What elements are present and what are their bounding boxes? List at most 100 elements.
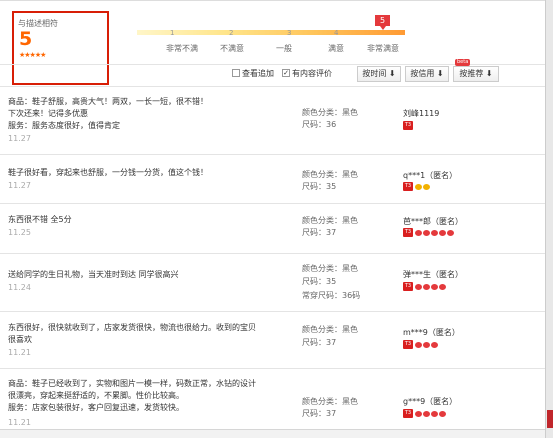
level-heart-icon — [439, 229, 446, 236]
user-level-badge: T3 — [403, 121, 413, 130]
review-line: 商品：鞋子舒服，高贵大气！两双，一长一短，很不错！ — [8, 97, 208, 106]
review-size: 尺码：37 — [302, 228, 337, 237]
review-date: 11.21 — [8, 418, 31, 427]
top-border — [0, 0, 545, 1]
level-heart-icon — [415, 229, 422, 236]
review-line: 服务：服务态度很好，值得肯定 — [8, 121, 120, 130]
beta-badge: beta — [455, 59, 471, 66]
review-color: 颜色分类：黑色 — [302, 108, 358, 117]
level-heart-icon — [415, 341, 422, 348]
sort-by-recommend-button[interactable]: 按推荐 ⬇ — [453, 66, 499, 82]
review-text: 送给同学的生日礼物，当天准时到达 同学很高兴 — [8, 269, 288, 281]
scale-label-satisfied: 满意 — [328, 44, 344, 53]
review-username[interactable]: 弹***生（匿名） — [403, 269, 463, 280]
review-date: 11.27 — [8, 181, 31, 190]
rating-summary-box: 与描述相符 5 ★★★★★ — [12, 11, 109, 85]
level-heart-icon — [423, 410, 430, 417]
review-username[interactable]: m***9（匿名） — [403, 327, 460, 338]
additional-reviews-label[interactable]: 查看追加 — [242, 68, 274, 79]
review-date: 11.25 — [8, 228, 31, 237]
rating-score: 5 — [19, 28, 33, 50]
level-heart-icon — [439, 410, 446, 417]
review-size: 尺码：37 — [302, 338, 337, 347]
user-level-badge: T3 — [403, 409, 413, 418]
review-date: 11.27 — [8, 134, 31, 143]
level-heart-icon — [431, 341, 438, 348]
review-divider — [0, 311, 545, 312]
scale-number-4: 4 — [334, 29, 339, 37]
sort-by-credit-button[interactable]: 按信用 ⬇ — [405, 66, 449, 82]
scale-marker: 5 — [375, 15, 390, 30]
review-line: 东西很好，很快就收到了，店家发货很快，物流也很给力。收到的宝贝 — [8, 323, 256, 332]
level-heart-icon — [431, 229, 438, 236]
review-size: 尺码：35 — [302, 277, 337, 286]
scale-label-unsatisfied: 不满意 — [220, 44, 244, 53]
level-heart-icon — [447, 229, 454, 236]
scale-number-1: 1 — [170, 29, 175, 37]
review-color: 颜色分类：黑色 — [302, 216, 358, 225]
review-user-level: T3 — [403, 121, 415, 130]
review-line: 很漂亮，穿起来挺舒适的，不累脚。性价比较高。 — [8, 391, 184, 400]
review-size: 尺码：36 — [302, 120, 337, 129]
review-size: 尺码：35 — [302, 182, 337, 191]
review-username[interactable]: q***1（匿名） — [403, 170, 457, 181]
scale-label-very-unsatisfied: 非常不满 — [166, 44, 198, 53]
rating-scale-bar — [137, 30, 405, 35]
review-divider — [0, 154, 545, 155]
additional-reviews-checkbox[interactable] — [232, 69, 240, 77]
review-username[interactable]: 芭***郎（匿名） — [403, 216, 463, 227]
review-date: 11.21 — [8, 348, 31, 357]
review-username[interactable]: 刘峰1119 — [403, 108, 439, 119]
scale-label-neutral: 一般 — [276, 44, 292, 53]
review-user-level: T3 — [403, 340, 439, 349]
review-username[interactable]: g***9（匿名） — [403, 396, 457, 407]
review-line: 很喜欢 — [8, 335, 32, 344]
has-content-label[interactable]: 有内容评价 — [292, 68, 332, 79]
scale-number-3: 3 — [287, 29, 292, 37]
user-level-badge: T3 — [403, 182, 413, 191]
review-line: 鞋子很好看，穿起来也舒服，一分钱一分货，值这个钱！ — [8, 168, 208, 177]
review-divider — [0, 203, 545, 204]
bottom-bar — [0, 429, 545, 438]
level-medal-icon — [415, 183, 422, 190]
review-color: 颜色分类：黑色 — [302, 264, 358, 273]
review-color: 颜色分类：黑色 — [302, 170, 358, 179]
review-user-level: T3 — [403, 228, 455, 237]
review-line: 服务：店家包装很好，客户回复迅速，发货较快。 — [8, 403, 184, 412]
review-user-level: T3 — [403, 409, 447, 418]
review-user-level: T3 — [403, 282, 447, 291]
review-line: 送给同学的生日礼物，当天准时到达 同学很高兴 — [8, 270, 179, 279]
review-text: 商品：鞋子已经收到了，实物和图片一模一样，码数正常，水钻的设计 很漂亮，穿起来挺… — [8, 378, 288, 414]
level-heart-icon — [423, 229, 430, 236]
has-content-checkbox[interactable]: ✓ — [282, 69, 290, 77]
scale-label-very-satisfied: 非常满意 — [367, 44, 399, 53]
user-level-badge: T3 — [403, 282, 413, 291]
review-text: 东西很不错 全5分 — [8, 214, 288, 226]
review-user-level: T3 — [403, 182, 431, 191]
review-text: 鞋子很好看，穿起来也舒服，一分钱一分货，值这个钱！ — [8, 167, 288, 179]
review-line: 东西很不错 全5分 — [8, 215, 72, 224]
review-size: 尺码：37 — [302, 409, 337, 418]
level-heart-icon — [415, 410, 422, 417]
review-color: 颜色分类：黑色 — [302, 397, 358, 406]
user-level-badge: T3 — [403, 340, 413, 349]
level-heart-icon — [423, 283, 430, 290]
vertical-scrollbar[interactable] — [545, 0, 553, 438]
review-color: 颜色分类：黑色 — [302, 325, 358, 334]
review-divider — [0, 368, 545, 369]
user-level-badge: T3 — [403, 228, 413, 237]
rating-stars: ★★★★★ — [19, 51, 46, 59]
review-line: 商品：鞋子已经收到了，实物和图片一模一样，码数正常，水钻的设计 — [8, 379, 256, 388]
review-divider — [0, 253, 545, 254]
sort-by-time-button[interactable]: 按时间 ⬇ — [357, 66, 401, 82]
level-heart-icon — [431, 283, 438, 290]
scale-number-2: 2 — [229, 29, 234, 37]
level-heart-icon — [415, 283, 422, 290]
level-heart-icon — [439, 283, 446, 290]
level-heart-icon — [423, 341, 430, 348]
level-medal-icon — [423, 183, 430, 190]
toolbar-divider-bottom — [0, 86, 545, 87]
review-usual-size: 常穿尺码：36码 — [302, 291, 361, 300]
scrollbar-thumb[interactable] — [547, 410, 553, 428]
review-date: 11.24 — [8, 283, 31, 292]
